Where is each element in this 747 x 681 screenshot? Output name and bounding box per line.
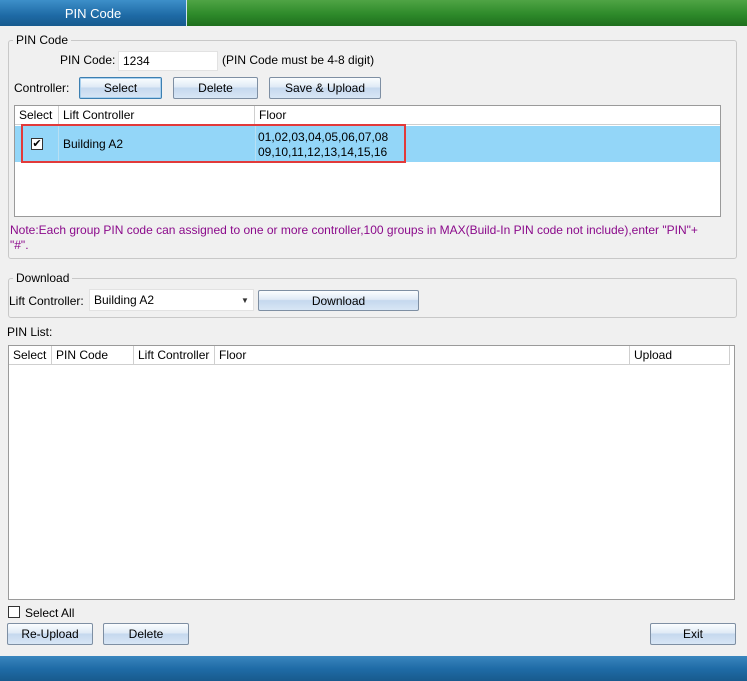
select-all-label: Select All [25, 606, 75, 620]
select-button[interactable]: Select [79, 77, 162, 99]
lift-controller-label: Lift Controller: [9, 294, 84, 308]
save-upload-button[interactable]: Save & Upload [269, 77, 381, 99]
column-header-upload[interactable]: Upload [630, 346, 730, 365]
delete-button[interactable]: Delete [103, 623, 189, 645]
lift-controller-select[interactable]: Building A2 [89, 289, 254, 311]
tab-pin-code[interactable]: PIN Code [0, 0, 187, 26]
highlight-box [21, 124, 406, 163]
pin-list-table: Select PIN Code Lift Controller Floor Up… [8, 345, 735, 600]
delete-controller-button[interactable]: Delete [173, 77, 258, 99]
column-header-lift-controller[interactable]: Lift Controller [134, 346, 215, 365]
column-header-lift-controller[interactable]: Lift Controller [59, 106, 255, 125]
lift-controller-value: Building A2 [94, 293, 155, 307]
download-button[interactable]: Download [258, 290, 419, 311]
pin-list-label: PIN List: [7, 325, 53, 339]
column-header-select[interactable]: Select [15, 106, 59, 125]
pin-code-hint: (PIN Code must be 4-8 digit) [222, 53, 375, 67]
column-header-floor[interactable]: Floor [255, 106, 720, 125]
exit-button[interactable]: Exit [650, 623, 736, 645]
controller-label: Controller: [14, 81, 70, 95]
select-all-checkbox[interactable] [8, 606, 20, 618]
column-header-select[interactable]: Select [9, 346, 52, 365]
column-header-pin-code[interactable]: PIN Code [52, 346, 134, 365]
reupload-button[interactable]: Re-Upload [7, 623, 93, 645]
note-text-line-1: Note:Each group PIN code can assigned to… [10, 223, 698, 237]
pin-code-label: PIN Code: [60, 53, 116, 67]
download-group-title: Download [13, 271, 73, 285]
column-header-floor[interactable]: Floor [215, 346, 630, 365]
status-bar [0, 656, 747, 681]
chevron-down-icon[interactable]: ▼ [241, 296, 249, 305]
pin-code-group-title: PIN Code [13, 33, 72, 47]
pin-code-input[interactable]: 1234 [118, 51, 218, 71]
note-text-line-2: "#". [10, 238, 29, 252]
